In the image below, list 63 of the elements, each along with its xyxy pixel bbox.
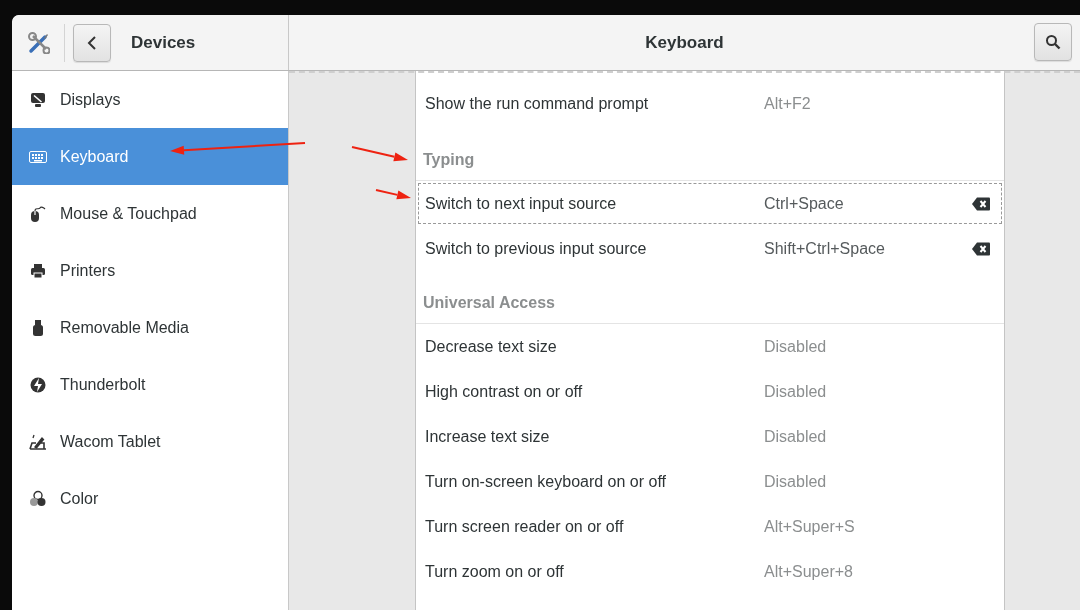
printer-icon (30, 262, 46, 279)
shortcut-name: Switch to next input source (425, 194, 618, 213)
shortcut-row[interactable]: High contrast on or off Disabled (416, 369, 1004, 414)
reset-shortcut-icon[interactable] (972, 241, 990, 256)
sidebar-label: Displays (60, 90, 121, 109)
shortcut-row[interactable]: Switch to previous input source Shift+Ctrl+Space (416, 226, 1004, 271)
sidebar-label: Thunderbolt (60, 375, 146, 394)
shortcut-row[interactable]: Turn screen reader on or off Alt+Super+S (416, 504, 1004, 549)
shortcut-name: Turn screen reader on or off (425, 517, 625, 536)
sidebar-item[interactable]: Mouse & Touchpad (12, 185, 288, 242)
shortcut-keys: Shift+Ctrl+Space (764, 239, 972, 258)
sidebar-item[interactable]: Displays (12, 71, 288, 128)
shortcut-keys: Disabled (764, 337, 1004, 356)
shortcut-name: Show the run command prompt (425, 94, 650, 113)
sidebar-item[interactable]: Color (12, 470, 288, 527)
back-chevron-icon (87, 35, 97, 50)
shortcut-row[interactable]: Decrease text size Disabled (416, 324, 1004, 369)
sidebar-label: Removable Media (60, 318, 189, 337)
sidebar-item[interactable]: Printers (12, 242, 288, 299)
sidebar-label: Mouse & Touchpad (60, 204, 197, 223)
shortcut-name: Switch to previous input source (425, 239, 648, 258)
shortcut-name: Increase text size (425, 427, 551, 446)
window-title: Keyboard (645, 32, 724, 53)
monitor-icon (30, 91, 46, 108)
shortcut-name: Decrease text size (425, 337, 558, 356)
shortcut-row[interactable]: Switch to next input source Ctrl+Space (416, 181, 1004, 226)
sidebar-item[interactable]: Wacom Tablet (12, 413, 288, 470)
lightning-icon (30, 375, 46, 394)
sidebar-label: Printers (60, 261, 116, 280)
panel-title: Devices (131, 32, 196, 53)
shortcut-row[interactable]: Turn on-screen keyboard on or off Disabled (416, 459, 1004, 504)
search-button[interactable] (1034, 23, 1072, 61)
sidebar-label: Wacom Tablet (60, 432, 161, 451)
shortcut-row[interactable]: Increase text size Disabled (416, 414, 1004, 459)
tools-icon[interactable] (28, 31, 50, 54)
section-heading: Universal Access (423, 294, 555, 312)
shortcut-keys: Alt+Super+8 (764, 562, 1004, 581)
shortcut-name: Turn on-screen keyboard on or off (425, 472, 668, 491)
shortcut-keys: Disabled (764, 427, 1004, 446)
shortcut-keys: Disabled (764, 472, 1004, 491)
shortcut-keys: Alt+F2 (764, 94, 1004, 113)
annotation-arrow (351, 146, 408, 162)
shortcut-keys: Disabled (764, 382, 1004, 401)
tablet-pen-icon (29, 433, 47, 450)
shortcut-row[interactable]: Show the run command prompt Alt+F2 (416, 81, 1004, 126)
section-heading: Typing (423, 151, 475, 169)
sidebar-item[interactable]: Removable Media (12, 299, 288, 356)
sidebar-label: Color (60, 489, 99, 508)
annotation-arrow (375, 189, 411, 200)
shortcut-name: Turn zoom on or off (425, 562, 565, 581)
keyboard-icon (29, 149, 47, 164)
shortcut-name: High contrast on or off (425, 382, 584, 401)
mouse-icon (29, 204, 47, 223)
shortcut-keys: Alt+Super+S (764, 517, 1004, 536)
color-circles-icon (29, 489, 47, 508)
sidebar-label: Keyboard (60, 147, 129, 166)
sidebar-item[interactable]: Thunderbolt (12, 356, 288, 413)
shortcut-row[interactable]: Turn zoom on or off Alt+Super+8 (416, 549, 1004, 594)
usb-stick-icon (32, 318, 44, 337)
shortcut-keys: Ctrl+Space (764, 194, 972, 213)
search-icon (1045, 34, 1061, 50)
back-button[interactable] (73, 23, 111, 62)
reset-shortcut-icon[interactable] (972, 196, 990, 211)
